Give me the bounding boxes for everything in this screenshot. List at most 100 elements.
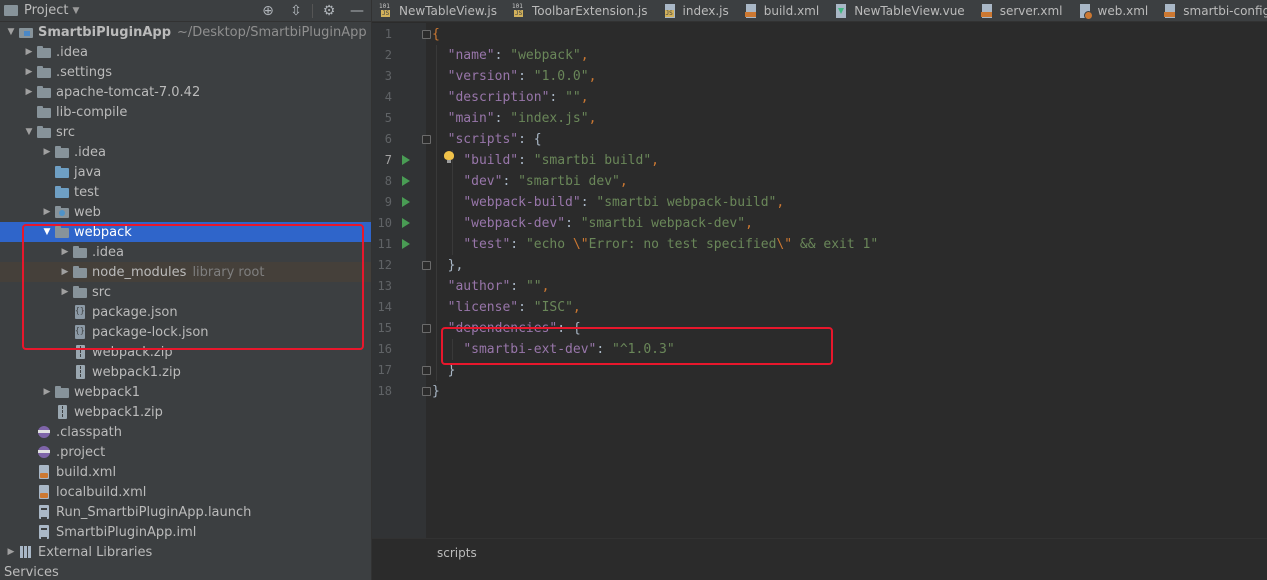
- tree-item-webpack[interactable]: ▼ webpack: [0, 222, 371, 242]
- tab-label: smartbi-config.: [1183, 4, 1267, 18]
- collapsed-arrow-icon[interactable]: ▶: [40, 207, 54, 217]
- tab-label: index.js: [682, 4, 729, 18]
- code-line: "main": "index.js",: [432, 108, 597, 129]
- code-token: ,: [651, 153, 659, 168]
- collapse-icon[interactable]: ⇳: [282, 3, 310, 19]
- code-line: }: [432, 381, 440, 402]
- collapsed-arrow-icon[interactable]: ▶: [22, 47, 36, 57]
- fold-marker-icon[interactable]: [422, 135, 431, 144]
- tab-toolbarextension-js[interactable]: ToolbarExtension.js: [505, 0, 656, 21]
- collapsed-arrow-icon[interactable]: ▶: [40, 147, 54, 157]
- collapsed-arrow-icon[interactable]: ▶: [58, 267, 72, 277]
- tab-index-js[interactable]: index.js: [656, 0, 737, 21]
- fold-marker-icon[interactable]: [422, 30, 431, 39]
- run-script-icon[interactable]: [402, 155, 410, 165]
- fold-marker-icon[interactable]: [422, 366, 431, 375]
- tab-label: NewTableView.js: [399, 4, 497, 18]
- tree-item-idea[interactable]: ▶ .idea: [0, 142, 371, 162]
- code-token: "version": [447, 69, 519, 84]
- collapsed-arrow-icon[interactable]: ▶: [22, 67, 36, 77]
- tree-item-webpack1-zip[interactable]: webpack1.zip: [0, 362, 371, 382]
- minimize-icon[interactable]: —: [343, 3, 371, 19]
- chevron-down-icon[interactable]: ▼: [72, 6, 79, 16]
- collapsed-arrow-icon[interactable]: ▶: [40, 387, 54, 397]
- tab-build-xml[interactable]: build.xml: [737, 0, 827, 21]
- tree-item-smartbipluginapp[interactable]: ▼ SmartbiPluginApp ~/Desktop/SmartbiPlugin…: [0, 22, 371, 42]
- tree-item-apache-tomcat-7-0-42[interactable]: ▶ apache-tomcat-7.0.42: [0, 82, 371, 102]
- tree-item-label: webpack1.zip: [74, 404, 163, 420]
- line-number: 9: [384, 195, 392, 209]
- code-token: :: [580, 195, 597, 210]
- code-token: \": [776, 237, 793, 252]
- code-token: :: [518, 300, 534, 315]
- tree-item-web[interactable]: ▶ web: [0, 202, 371, 222]
- code-token: ,: [776, 195, 785, 210]
- tree-item-build-xml[interactable]: build.xml: [0, 462, 371, 482]
- crosshair-icon[interactable]: ⊕: [254, 3, 282, 19]
- tab-server-xml[interactable]: server.xml: [973, 0, 1071, 21]
- code-token: :: [518, 69, 534, 84]
- code-token: "1.0.0": [533, 69, 589, 84]
- code-token: && exit 1": [792, 237, 879, 252]
- tree-item-java[interactable]: java: [0, 162, 371, 182]
- tree-item-test[interactable]: test: [0, 182, 371, 202]
- tab-smartbi-config[interactable]: smartbi-config.: [1156, 0, 1267, 21]
- fold-marker-icon[interactable]: [422, 261, 431, 270]
- tree-item-lib-compile[interactable]: lib-compile: [0, 102, 371, 122]
- tree-item-idea[interactable]: ▶ .idea: [0, 42, 371, 62]
- tab-newtableview-js[interactable]: NewTableView.js: [372, 0, 505, 21]
- lightbulb-icon[interactable]: [444, 151, 454, 163]
- collapsed-arrow-icon[interactable]: ▶: [58, 247, 72, 257]
- tree-item-label: package.json: [92, 304, 178, 320]
- xml-file-icon: [1162, 4, 1178, 18]
- fold-marker-icon[interactable]: [422, 387, 431, 396]
- folder-icon: [36, 125, 52, 139]
- run-script-icon[interactable]: [402, 218, 410, 228]
- tree-item-project[interactable]: .project: [0, 442, 371, 462]
- tree-item-label: localbuild.xml: [56, 484, 147, 500]
- tree-item-webpack1-zip[interactable]: webpack1.zip: [0, 402, 371, 422]
- breadcrumb-item-scripts[interactable]: scripts: [437, 546, 477, 560]
- tree-item-label: build.xml: [56, 464, 117, 480]
- run-script-icon[interactable]: [402, 239, 410, 249]
- tree-item-smartbipluginapp-iml[interactable]: SmartbiPluginApp.iml: [0, 522, 371, 542]
- collapsed-arrow-icon[interactable]: ▶: [4, 547, 18, 557]
- tree-item-external-libraries[interactable]: ▶ External Libraries: [0, 542, 371, 562]
- services-tool-window[interactable]: Services: [0, 566, 371, 580]
- tree-item-src[interactable]: ▼ src: [0, 122, 371, 142]
- run-script-icon[interactable]: [402, 197, 410, 207]
- tree-item-node-modules[interactable]: ▶ node_modules library root: [0, 262, 371, 282]
- line-number: 6: [384, 132, 392, 146]
- tree-item-localbuild-xml[interactable]: localbuild.xml: [0, 482, 371, 502]
- expanded-arrow-icon[interactable]: ▼: [22, 127, 36, 137]
- tree-item-package-json[interactable]: package.json: [0, 302, 371, 322]
- collapsed-arrow-icon[interactable]: ▶: [58, 287, 72, 297]
- folder-icon: [54, 225, 70, 239]
- expanded-arrow-icon[interactable]: ▼: [4, 27, 18, 37]
- fold-marker-icon[interactable]: [422, 324, 431, 333]
- code-editor[interactable]: 1 2 3 4 5 6 7 8 9 10 11 12 13 14 15 16 17 18 { "name": "w…: [372, 23, 1267, 580]
- code-line: "dependencies": {: [432, 318, 581, 339]
- tree-item-webpack1[interactable]: ▶ webpack1: [0, 382, 371, 402]
- tree-item-src[interactable]: ▶ src: [0, 282, 371, 302]
- collapsed-arrow-icon[interactable]: ▶: [22, 87, 36, 97]
- web-folder-icon: [54, 205, 70, 219]
- tab-web-xml[interactable]: web.xml: [1071, 0, 1157, 21]
- tree-item-classpath[interactable]: .classpath: [0, 422, 371, 442]
- tree-item-webpack-zip[interactable]: webpack.zip: [0, 342, 371, 362]
- line-number: 10: [377, 216, 392, 230]
- web-xml-file-icon: [1077, 4, 1093, 20]
- project-path: ~/Desktop/SmartbiPluginApp: [177, 24, 367, 40]
- expanded-arrow-icon[interactable]: ▼: [40, 227, 54, 237]
- line-number: 11: [377, 237, 392, 251]
- run-script-icon[interactable]: [402, 176, 410, 186]
- project-view-selector[interactable]: Project: [24, 3, 68, 18]
- tree-item-settings[interactable]: ▶ .settings: [0, 62, 371, 82]
- gear-icon[interactable]: ⚙: [315, 3, 343, 19]
- tree-item-run-smartbipluginapp-launch[interactable]: Run_SmartbiPluginApp.launch: [0, 502, 371, 522]
- tab-newtableview-vue[interactable]: NewTableView.vue: [827, 0, 972, 21]
- tree-item-idea[interactable]: ▶ .idea: [0, 242, 371, 262]
- tree-item-label: .project: [56, 444, 106, 460]
- tree-item-package-lock-json[interactable]: package-lock.json: [0, 322, 371, 342]
